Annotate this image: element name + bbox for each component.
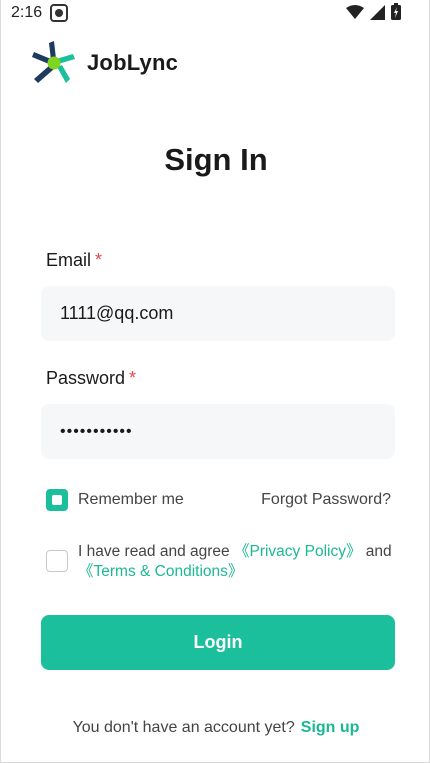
- joblync-logo-icon: [32, 41, 75, 83]
- password-input[interactable]: [41, 404, 395, 459]
- status-bar: 2:16: [1, 0, 430, 26]
- agreement-text: I have read and agree 《Privacy Policy》 a…: [78, 542, 396, 582]
- required-mark: *: [129, 368, 137, 388]
- page-title: Sign In: [164, 142, 268, 177]
- required-mark: *: [95, 250, 103, 270]
- email-label: Email *: [46, 250, 102, 271]
- signup-prompt: You don't have an account yet?: [72, 719, 295, 736]
- password-label: Password *: [46, 368, 136, 389]
- terms-link[interactable]: 《Terms & Conditions》: [78, 563, 243, 580]
- signup-row: You don't have an account yet? Sign up: [1, 719, 430, 737]
- remember-row: Remember me Forgot Password?: [46, 488, 391, 512]
- app-frame: 2:16 JobLync Sign In Email * 1111@qq.com…: [0, 0, 430, 763]
- email-input[interactable]: [41, 286, 395, 341]
- wifi-icon: [346, 5, 364, 19]
- brand-name: JobLync: [87, 50, 179, 75]
- remember-checkbox[interactable]: [46, 489, 68, 511]
- agreement-prefix: I have read and agree: [78, 543, 234, 560]
- status-time: 2:16: [11, 4, 43, 21]
- email-label-text: Email: [46, 250, 92, 270]
- agreement-checkbox[interactable]: [46, 550, 68, 572]
- signup-link[interactable]: Sign up: [301, 719, 360, 736]
- forgot-password-link[interactable]: Forgot Password?: [261, 491, 391, 509]
- password-label-text: Password: [46, 368, 126, 388]
- photo-notification-icon: [50, 4, 68, 22]
- agreement-and: and: [361, 543, 392, 560]
- remember-label[interactable]: Remember me: [78, 491, 184, 509]
- battery-icon: [391, 3, 401, 20]
- login-button[interactable]: Login: [41, 615, 395, 670]
- signal-icon: [370, 5, 385, 20]
- status-icons: [346, 3, 401, 20]
- agreement-row: I have read and agree 《Privacy Policy》 a…: [46, 541, 396, 585]
- brand: JobLync: [32, 40, 178, 86]
- privacy-policy-link[interactable]: 《Privacy Policy》: [234, 543, 361, 560]
